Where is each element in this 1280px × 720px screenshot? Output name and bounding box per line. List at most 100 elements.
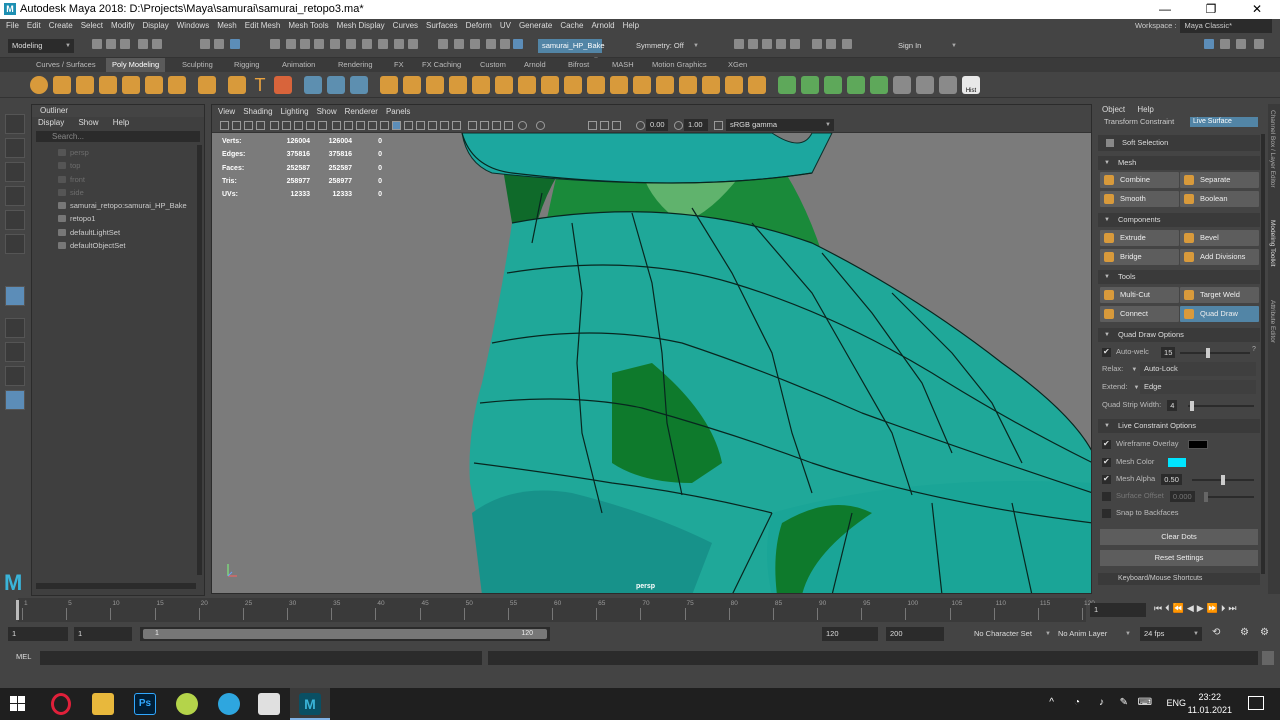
menu-cache[interactable]: Cache <box>560 19 583 33</box>
viewport-panel[interactable]: View Shading Lighting Show Renderer Pane… <box>211 104 1092 594</box>
section-components[interactable]: Components <box>1098 213 1260 227</box>
auto-key-icon[interactable]: ⚙ <box>1240 627 1249 638</box>
use-all-lights-icon[interactable] <box>392 121 401 130</box>
relax-dropdown-arrow-icon[interactable]: ▼ <box>1131 367 1137 373</box>
slider-handle[interactable] <box>1204 492 1208 502</box>
mesh-color-checkbox[interactable] <box>1102 455 1111 469</box>
shelf-tab-mash[interactable]: MASH <box>606 58 640 72</box>
chamfer-icon[interactable] <box>725 76 743 94</box>
range-bar-handle[interactable]: 1 120 <box>143 629 547 639</box>
smooth-button[interactable]: Smooth <box>1100 191 1179 207</box>
menu-select[interactable]: Select <box>81 19 103 33</box>
backface-culling-icon[interactable] <box>536 121 545 130</box>
ipr-render-icon[interactable] <box>762 39 772 49</box>
snap-view-plane-icon[interactable] <box>486 39 496 49</box>
wireframe-color-swatch[interactable] <box>1188 440 1208 449</box>
poly-disc-icon[interactable] <box>168 76 186 94</box>
quad-draw-tool-icon[interactable] <box>5 286 25 306</box>
add-divisions-button[interactable]: Add Divisions <box>1180 249 1259 265</box>
outliner-item-default-object-set[interactable]: defaultObjectSet <box>32 239 204 252</box>
menu-mesh-display[interactable]: Mesh Display <box>337 19 385 33</box>
vertex-mask-icon[interactable] <box>270 39 280 49</box>
freeze-transform-icon[interactable] <box>916 76 934 94</box>
telegram-icon[interactable] <box>218 693 240 715</box>
default-material-icon[interactable] <box>356 121 365 130</box>
viewport-menu-view[interactable]: View <box>218 105 235 118</box>
opera-icon[interactable] <box>51 693 71 715</box>
misc-mask-icon[interactable] <box>378 39 388 49</box>
extrude-button[interactable]: Extrude <box>1100 230 1179 246</box>
camera-gate-icon[interactable] <box>588 121 597 130</box>
mesh-alpha-slider[interactable] <box>1192 475 1254 485</box>
joint-mask-icon[interactable] <box>362 39 372 49</box>
select-hierarchy-icon[interactable] <box>200 39 210 49</box>
platonic-solid-icon[interactable] <box>198 76 216 94</box>
separate-button[interactable]: Separate <box>1180 172 1259 188</box>
photoshop-icon[interactable]: Ps <box>134 693 156 715</box>
menuset-dropdown[interactable]: Modeling <box>8 39 74 53</box>
snap-grid-icon[interactable] <box>438 39 448 49</box>
history-icon[interactable]: Hist <box>962 76 980 94</box>
select-object-icon[interactable] <box>214 39 224 49</box>
planar-map-icon[interactable] <box>778 76 796 94</box>
arnold-render-icon[interactable] <box>812 39 822 49</box>
poly-cube-icon[interactable] <box>53 76 71 94</box>
exposure-field[interactable]: 0.00 <box>646 119 668 131</box>
modeling-toolkit-toggle-icon[interactable] <box>1204 39 1214 49</box>
menu-edit[interactable]: Edit <box>27 19 41 33</box>
go-to-start-icon[interactable]: ⏮ <box>1154 603 1165 613</box>
toolkit-scrollbar[interactable] <box>1261 134 1265 574</box>
extrude-shelf-icon[interactable] <box>380 76 398 94</box>
target-weld-button[interactable]: Target Weld <box>1180 287 1259 303</box>
shelf-tab-motion-graphics[interactable]: Motion Graphics <box>646 58 713 72</box>
svg-tool-icon[interactable] <box>274 76 292 94</box>
language-indicator[interactable]: ENG <box>1166 698 1186 708</box>
paint-select-tool-icon[interactable] <box>5 162 25 182</box>
modeling-toolkit-tab[interactable]: Modeling Toolkit <box>1269 220 1276 267</box>
append-polygon-icon[interactable] <box>656 76 674 94</box>
shelf-tab-custom[interactable]: Custom <box>474 58 512 72</box>
outliner-item-persp[interactable]: persp <box>32 146 204 159</box>
save-scene-icon[interactable] <box>120 39 130 49</box>
menu-windows[interactable]: Windows <box>177 19 209 33</box>
wireframe-overlay-checkbox[interactable] <box>1102 437 1111 451</box>
slider-handle[interactable] <box>1221 475 1225 485</box>
menu-arnold[interactable]: Arnold <box>591 19 614 33</box>
extend-dropdown-arrow-icon[interactable]: ▼ <box>1134 385 1140 391</box>
grease-pencil-icon[interactable] <box>518 121 527 130</box>
render-current-icon[interactable] <box>748 39 758 49</box>
wireframe-on-shaded-icon[interactable] <box>368 121 377 130</box>
type-tool-icon[interactable]: T <box>251 76 269 94</box>
zbrush-icon[interactable] <box>258 693 280 715</box>
bridge-button[interactable]: Bridge <box>1100 249 1179 265</box>
tray-overflow-icon[interactable]: ^ <box>1049 697 1054 708</box>
soft-selection-row[interactable]: Soft Selection <box>1098 135 1260 151</box>
menu-curves[interactable]: Curves <box>393 19 418 33</box>
select-component-icon[interactable] <box>230 39 240 49</box>
highlight-selection-icon[interactable] <box>408 39 418 49</box>
outliner-item-top[interactable]: top <box>32 159 204 172</box>
multisample-aa-icon[interactable] <box>440 121 449 130</box>
shelf-tab-bifrost[interactable]: Bifrost <box>562 58 595 72</box>
playback-end-field[interactable]: 120 <box>822 627 878 641</box>
merge-icon[interactable] <box>610 76 628 94</box>
snap-curve-icon[interactable] <box>454 39 464 49</box>
render-settings-icon[interactable] <box>776 39 786 49</box>
menu-create[interactable]: Create <box>49 19 73 33</box>
shelf-tab-xgen[interactable]: XGen <box>722 58 753 72</box>
slider-handle[interactable] <box>1190 401 1194 411</box>
smooth-shade-icon[interactable] <box>344 121 353 130</box>
outliner-search-input[interactable]: Search... <box>36 131 200 142</box>
exposure-icon[interactable] <box>636 121 645 130</box>
pen-icon[interactable]: ✎ <box>1120 697 1128 708</box>
menu-display[interactable]: Display <box>143 19 169 33</box>
select-camera-icon[interactable] <box>220 121 229 130</box>
target-weld-shelf-icon[interactable] <box>564 76 582 94</box>
shelf-tab-fx-caching[interactable]: FX Caching <box>416 58 467 72</box>
bookmarks-icon[interactable] <box>244 121 253 130</box>
menu-surfaces[interactable]: Surfaces <box>426 19 458 33</box>
xray-icon[interactable] <box>480 121 489 130</box>
delete-history-icon[interactable] <box>939 76 957 94</box>
taskbar-clock[interactable]: 23:22 11.01.2021 <box>1188 691 1232 717</box>
workspace-selector[interactable]: Workspace : Maya Classic* <box>1135 19 1272 33</box>
